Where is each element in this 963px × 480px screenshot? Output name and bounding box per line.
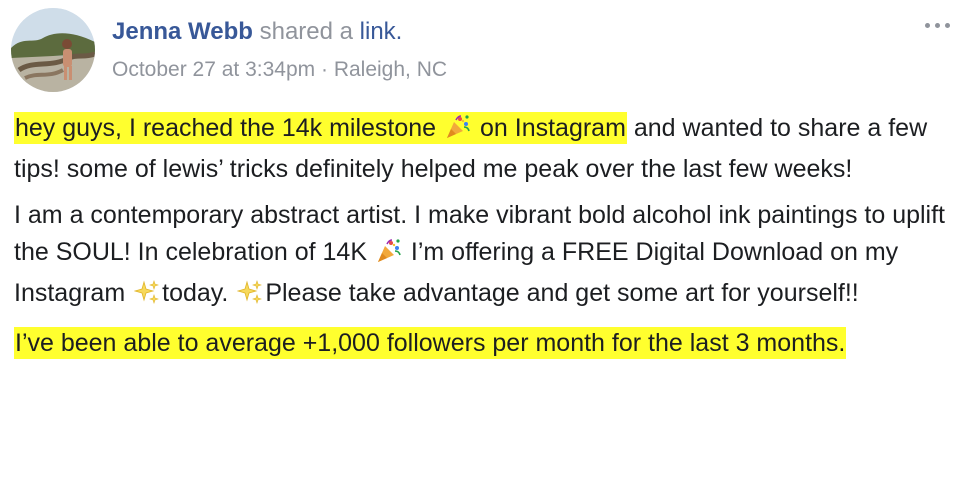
post-paragraph-1: hey guys, I reached the 14k milestone on… <box>14 110 954 188</box>
meta-separator: · <box>320 58 328 81</box>
more-options-icon-dot-3 <box>944 22 950 28</box>
shared-link-link[interactable]: link. <box>360 18 403 45</box>
post-timestamp-link[interactable]: October 27 at 3:34pm <box>112 58 315 81</box>
sparkles-icon <box>133 279 160 316</box>
feed-post: Jenna Webb shared a link. October 27 at … <box>0 0 963 480</box>
post-paragraph-2: I am a contemporary abstract artist. I m… <box>14 197 954 316</box>
author-name-link[interactable]: Jenna Webb <box>112 18 253 45</box>
post-meta: October 27 at 3:34pm · Raleigh, NC <box>112 56 447 84</box>
post-location[interactable]: Raleigh, NC <box>334 58 447 81</box>
paragraph-2-part-4: Please take advantage and get some art f… <box>265 279 859 307</box>
highlighted-text: hey guys, I reached the 14k milestone on… <box>14 112 627 144</box>
post-header: Jenna Webb shared a link. <box>112 16 402 48</box>
party-popper-icon <box>376 238 402 275</box>
sparkles-icon <box>236 279 263 316</box>
more-options-icon-dot-2 <box>934 22 940 28</box>
highlighted-text: I’ve been able to average +1,000 followe… <box>14 327 847 359</box>
more-options-icon <box>924 22 930 28</box>
party-popper-icon <box>445 114 471 151</box>
more-options-button[interactable] <box>920 10 954 40</box>
milestone-text: hey guys, I reached the 14k milestone <box>15 114 437 142</box>
shared-verb-text: shared a <box>259 18 353 45</box>
instagram-text: on Instagram <box>480 114 626 142</box>
paragraph-2-part-3: today. <box>162 279 229 307</box>
post-body: hey guys, I reached the 14k milestone on… <box>14 110 954 371</box>
post-paragraph-3: I’ve been able to average +1,000 followe… <box>14 325 954 362</box>
author-avatar[interactable] <box>11 8 95 92</box>
